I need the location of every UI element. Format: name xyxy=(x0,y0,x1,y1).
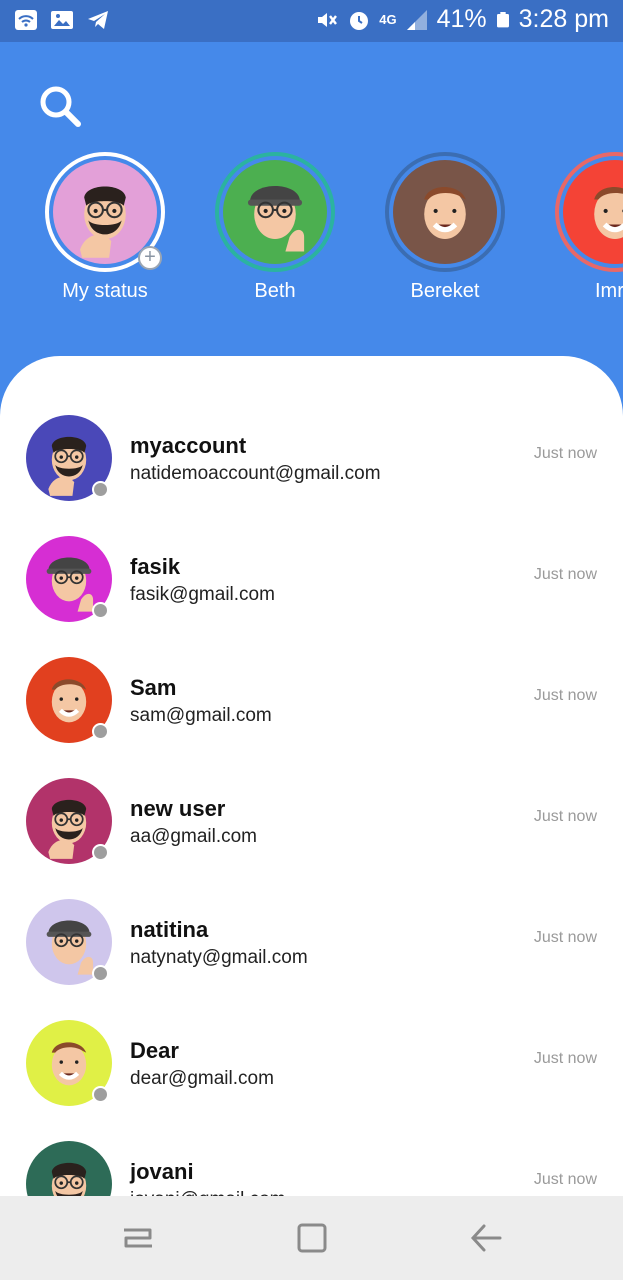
presence-dot-icon xyxy=(92,602,109,619)
last-seen-time: Just now xyxy=(533,929,597,946)
contact-name: myaccount xyxy=(130,433,247,458)
mute-icon xyxy=(318,12,338,27)
status-name: Bereket xyxy=(410,280,480,302)
status-bar: 4G 41% 3:28 pm xyxy=(0,0,623,42)
avatar xyxy=(393,160,497,264)
add-status-icon[interactable]: + xyxy=(138,246,162,270)
contact-email: fasik@gmail.com xyxy=(130,584,275,605)
contact-name: Dear xyxy=(130,1038,179,1063)
contact-email: sam@gmail.com xyxy=(130,705,272,726)
status-name: My status xyxy=(62,280,148,302)
contact-email: aa@gmail.com xyxy=(130,826,257,847)
presence-dot-icon xyxy=(92,844,109,861)
last-seen-time: Just now xyxy=(533,687,597,704)
last-seen-time: Just now xyxy=(533,1171,597,1188)
contact-email: jovani@gmail.com xyxy=(130,1189,286,1196)
contact-email: natynaty@gmail.com xyxy=(130,947,308,968)
contact-row[interactable]: jovani jovani@gmail.com Just now xyxy=(0,1141,623,1196)
presence-dot-icon xyxy=(92,1086,109,1103)
avatar xyxy=(26,1141,112,1196)
contacts-sheet: myaccount natidemoaccount@gmail.com Just n… xyxy=(0,356,623,1196)
home-icon[interactable] xyxy=(292,1218,332,1258)
contact-name: Sam xyxy=(130,675,177,700)
network-type: 4G xyxy=(379,12,397,27)
battery-icon xyxy=(496,11,509,27)
contact-row[interactable]: Dear dear@gmail.com Just now xyxy=(0,1020,623,1141)
image-icon xyxy=(51,11,73,29)
presence-dot-icon xyxy=(92,965,109,982)
presence-dot-icon xyxy=(92,481,109,498)
last-seen-time: Just now xyxy=(533,1050,597,1067)
wifi-icon xyxy=(15,10,37,30)
avatar xyxy=(223,160,327,264)
battery-percent: 41% xyxy=(436,5,487,33)
last-seen-time: Just now xyxy=(533,445,597,462)
search-icon[interactable] xyxy=(36,82,84,130)
signal-icon xyxy=(406,9,427,30)
clock: 3:28 pm xyxy=(518,5,609,33)
contact-email: dear@gmail.com xyxy=(130,1068,274,1089)
avatar xyxy=(563,160,623,264)
status-ring xyxy=(385,152,505,272)
status-name: Beth xyxy=(254,280,296,302)
contact-row[interactable]: natitina natynaty@gmail.com Just now xyxy=(0,899,623,1020)
header: + My status Beth Bereket Imre xyxy=(0,42,623,372)
status-ring xyxy=(555,152,623,272)
contact-row[interactable]: Sam sam@gmail.com Just now xyxy=(0,657,623,778)
recent-apps-icon[interactable] xyxy=(118,1218,158,1258)
contact-name: new user xyxy=(130,796,226,821)
telegram-icon xyxy=(88,11,108,29)
contact-name: fasik xyxy=(130,554,181,579)
last-seen-time: Just now xyxy=(533,566,597,583)
stories-strip: + My status Beth Bereket Imre xyxy=(0,152,623,322)
contact-row[interactable]: myaccount natidemoaccount@gmail.com Just n… xyxy=(0,415,623,536)
presence-dot-icon xyxy=(92,723,109,740)
navigation-bar xyxy=(0,1196,623,1280)
contact-name: jovani xyxy=(130,1159,194,1184)
status-ring xyxy=(215,152,335,272)
contact-email: natidemoaccount@gmail.com xyxy=(130,463,381,484)
contact-row[interactable]: fasik fasik@gmail.com Just now xyxy=(0,536,623,657)
last-seen-time: Just now xyxy=(533,808,597,825)
alarm-icon xyxy=(350,11,369,30)
contact-name: natitina xyxy=(130,917,209,942)
back-icon[interactable] xyxy=(466,1218,506,1258)
contact-row[interactable]: new user aa@gmail.com Just now xyxy=(0,778,623,899)
status-name: Imre xyxy=(595,280,623,302)
